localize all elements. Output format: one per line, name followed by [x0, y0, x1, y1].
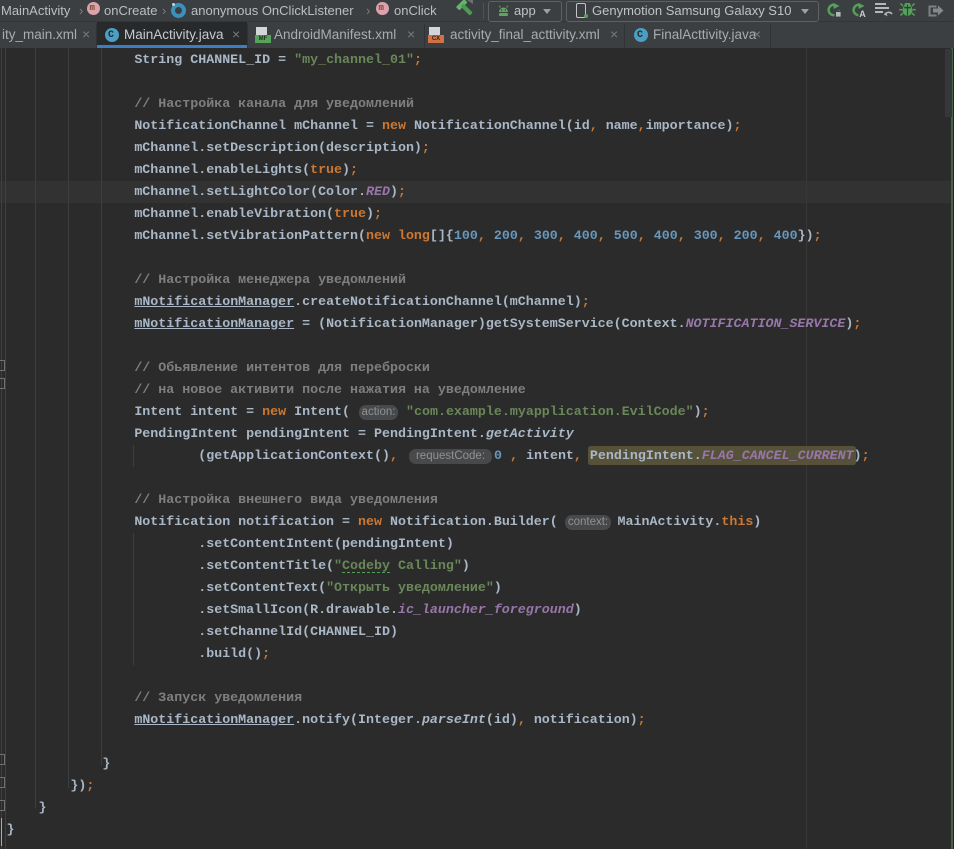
svg-text:A: A: [859, 9, 866, 18]
